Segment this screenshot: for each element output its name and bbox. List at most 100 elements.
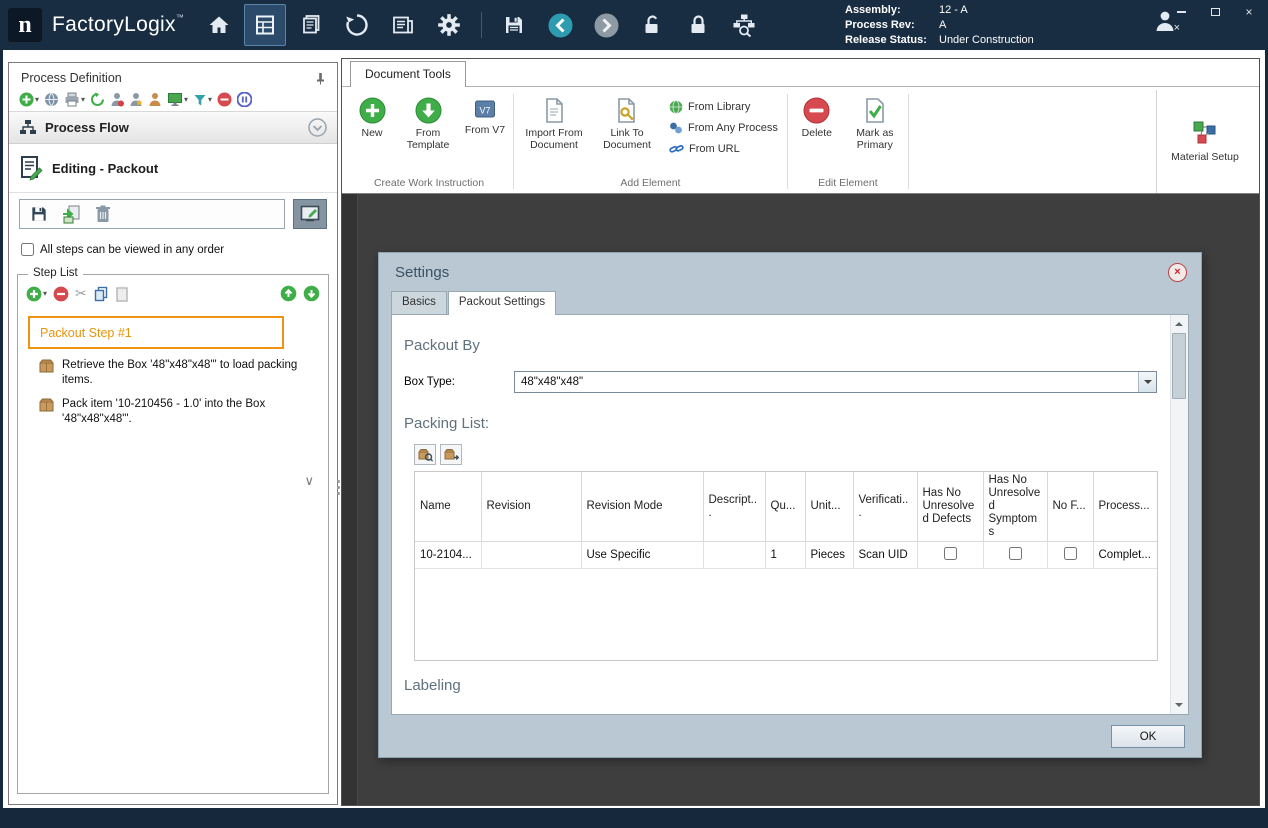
col-no-f[interactable]: No F... (1047, 472, 1094, 542)
export-box-item-button[interactable] (440, 444, 462, 465)
new-button[interactable]: New (348, 94, 396, 142)
process-editor-button[interactable] (244, 4, 287, 46)
unlock-button[interactable] (631, 4, 673, 46)
ribbon-tabstrip: Document Tools (342, 59, 1259, 87)
col-has-no-unresolved-symptoms[interactable]: Has No Unresolved Symptoms (983, 472, 1048, 542)
mark-as-primary-button[interactable]: Mark as Primary (845, 94, 905, 154)
save-button[interactable] (493, 4, 535, 46)
col-process[interactable]: Process... (1093, 472, 1157, 542)
box-type-label: Box Type: (404, 376, 455, 388)
box-type-combobox[interactable]: 48"x48"x48" (514, 371, 1157, 393)
process-search-button[interactable] (723, 4, 765, 46)
any-order-checkbox[interactable] (21, 243, 34, 256)
monitor-button[interactable]: ▾ (167, 92, 188, 107)
collapse-circle-icon[interactable] (308, 118, 327, 137)
packing-list-row[interactable]: 10-2104... Use Specific 1 Pieces Scan UI… (415, 541, 1157, 569)
defects-checkbox[interactable] (943, 547, 957, 560)
home-button[interactable] (198, 4, 240, 46)
save-step-button[interactable] (26, 202, 52, 226)
step-chevron-down-icon[interactable]: ∨ (304, 473, 314, 489)
pin-icon[interactable] (314, 72, 327, 85)
from-v7-button[interactable]: V7 From V7 (460, 94, 510, 139)
templates-button[interactable] (290, 4, 332, 46)
settings-button[interactable] (428, 4, 470, 46)
from-url-button[interactable]: From URL (669, 140, 778, 157)
user-red-button[interactable] (110, 92, 125, 107)
sync-button[interactable] (336, 4, 378, 46)
combo-dropdown-button[interactable] (1138, 372, 1156, 392)
forward-button[interactable] (585, 4, 627, 46)
process-rev-value: A (939, 19, 947, 31)
dialog-scrollbar[interactable] (1170, 315, 1188, 714)
app-name: FactoryLogix™ (52, 13, 185, 36)
col-quantity[interactable]: Qu... (765, 472, 806, 542)
link-to-document-button[interactable]: Link To Document (593, 94, 661, 154)
move-step-up-button[interactable] (280, 285, 297, 302)
remove-step-button[interactable] (53, 286, 69, 302)
material-setup-icon (1191, 119, 1219, 147)
package-box-icon (38, 397, 55, 427)
no-f-checkbox[interactable] (1063, 547, 1077, 560)
col-description[interactable]: Descript... (703, 472, 766, 542)
scroll-down-button[interactable] (1171, 697, 1187, 714)
find-box-item-button[interactable] (414, 444, 436, 465)
symptoms-checkbox[interactable] (1008, 547, 1022, 560)
import-from-document-button[interactable]: Import From Document (517, 94, 591, 154)
add-process-button[interactable]: ▾ (19, 92, 39, 107)
sync-process-button[interactable] (90, 92, 105, 107)
tab-packout-settings[interactable]: Packout Settings (447, 291, 557, 315)
cell-revision (481, 541, 582, 569)
gear-icon (436, 12, 462, 38)
from-template-button[interactable]: From Template (398, 94, 458, 154)
scrollbar-thumb[interactable] (1172, 333, 1186, 399)
paste-button[interactable] (115, 286, 129, 302)
selected-step-item[interactable]: Packout Step #1 (28, 316, 284, 349)
ok-button[interactable]: OK (1111, 725, 1185, 748)
delete-element-button[interactable]: Delete (791, 94, 843, 142)
settings-dialog: Settings × Basics Packout Settings Packo… (378, 252, 1202, 758)
dialog-close-button[interactable]: × (1168, 262, 1187, 282)
col-revision[interactable]: Revision (481, 472, 582, 542)
minimize-button[interactable] (1174, 6, 1188, 18)
step-instruction-item[interactable]: Retrieve the Box '48"x48"x48"' to load p… (18, 351, 328, 390)
col-name[interactable]: Name (415, 472, 482, 542)
col-unit[interactable]: Unit... (805, 472, 854, 542)
remove-process-button[interactable] (217, 92, 232, 107)
back-button[interactable] (539, 4, 581, 46)
edit-instruction-button[interactable] (293, 199, 327, 229)
from-library-button[interactable]: From Library (669, 98, 778, 115)
scroll-up-button[interactable] (1171, 315, 1187, 332)
material-setup-button[interactable]: Material Setup (1156, 90, 1253, 193)
lock-button[interactable] (677, 4, 719, 46)
add-step-button[interactable]: ▾ (26, 286, 47, 302)
user-star-button[interactable] (129, 92, 143, 107)
cut-icon[interactable]: ✂ (75, 285, 87, 302)
packing-list-heading: Packing List: (404, 415, 490, 432)
col-verification[interactable]: Verificati... (853, 472, 918, 542)
release-status-value: Under Construction (939, 34, 1034, 46)
delete-step-button[interactable] (90, 202, 116, 226)
globe-button[interactable] (44, 92, 59, 107)
copy-button[interactable] (93, 286, 109, 302)
filter-button[interactable]: ▾ (193, 93, 212, 107)
create-work-instruction-group: New From Template V7 From V7 Create Work… (348, 90, 510, 193)
maximize-button[interactable] (1208, 6, 1222, 18)
col-revision-mode[interactable]: Revision Mode (581, 472, 704, 542)
step-instruction-item[interactable]: Pack item '10-210456 - 1.0' into the Box… (18, 390, 328, 429)
documents-button[interactable] (382, 4, 424, 46)
process-flow-header[interactable]: Process Flow (9, 111, 337, 144)
document-key-icon (614, 97, 640, 124)
add-circle-icon (359, 97, 386, 124)
from-any-process-button[interactable]: From Any Process (669, 119, 778, 136)
selected-step-label: Packout Step #1 (40, 325, 132, 340)
hold-process-button[interactable] (237, 92, 253, 107)
tab-document-tools[interactable]: Document Tools (350, 61, 466, 87)
import-step-button[interactable] (58, 202, 84, 226)
print-button[interactable]: ▾ (64, 92, 85, 107)
dropdown-caret-icon: ▾ (208, 94, 213, 104)
close-button[interactable]: × (1242, 6, 1256, 18)
user-button-small[interactable] (148, 92, 162, 107)
tab-basics[interactable]: Basics (391, 291, 447, 314)
col-has-no-unresolved-defects[interactable]: Has No Unresolved Defects (917, 472, 984, 542)
move-step-down-button[interactable] (303, 285, 320, 302)
